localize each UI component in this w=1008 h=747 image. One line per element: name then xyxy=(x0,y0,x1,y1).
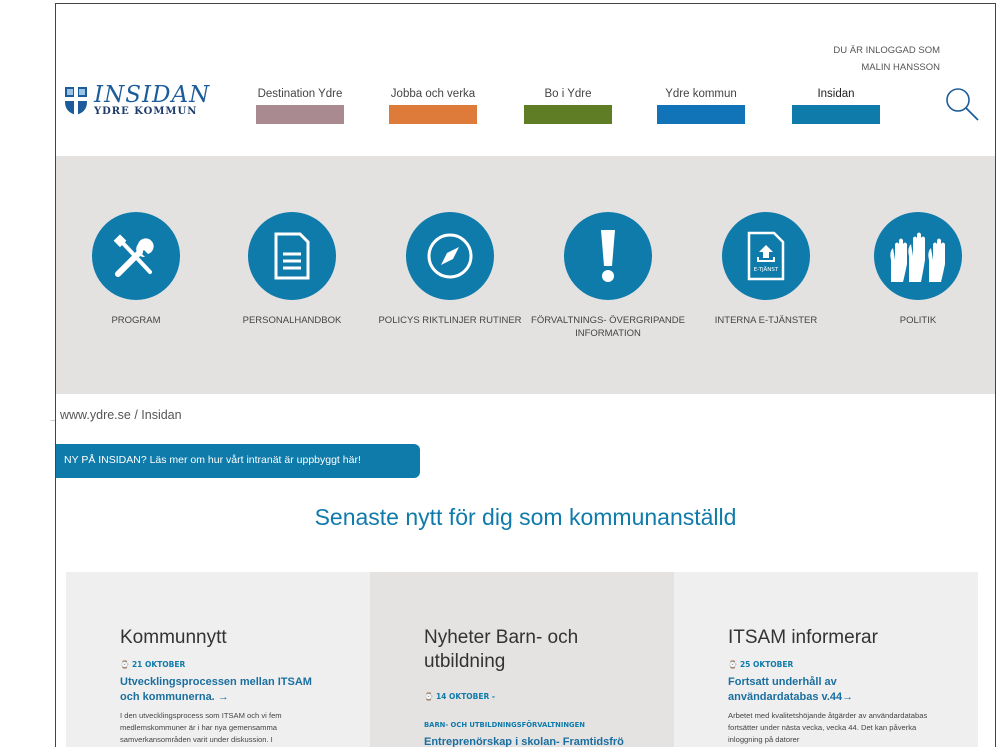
tile-personalhandbok[interactable]: PERSONALHANDBOK xyxy=(212,212,372,327)
shield-cross-icon xyxy=(65,86,87,115)
nav-bo-i-ydre[interactable]: Bo i Ydre xyxy=(524,88,612,124)
article-date: ⌚ 14 OKTOBER - xyxy=(424,692,496,701)
nav-label: Bo i Ydre xyxy=(544,88,592,100)
section-title: Senaste nytt för dig som kommunanställd xyxy=(314,504,737,530)
site-header: DU ÄR INLOGGAD SOM MALIN HANSSON INSIDAN… xyxy=(56,4,995,156)
logo-title: INSIDAN xyxy=(94,82,211,108)
nav-jobba-och-verka[interactable]: Jobba och verka xyxy=(389,88,477,124)
article-excerpt: I den utvecklingsprocess som ITSAM och v… xyxy=(120,711,282,744)
browser-page: DU ÄR INLOGGAD SOM MALIN HANSSON INSIDAN… xyxy=(55,3,996,747)
login-info: DU ÄR INLOGGAD SOM MALIN HANSSON xyxy=(833,42,940,76)
nav-color-bar xyxy=(792,105,880,124)
column-heading[interactable]: Nyheter Barn- och utbildning xyxy=(424,626,614,674)
exclamation-icon xyxy=(564,212,652,300)
quicklinks-band: PROGRAM PERSONALHANDBOK POLICYS RIKTLINJ… xyxy=(56,156,995,394)
site-logo[interactable]: INSIDAN YDRE KOMMUN xyxy=(64,84,210,117)
breadcrumb[interactable]: www.ydre.se / Insidan xyxy=(60,408,182,422)
nav-label: Insidan xyxy=(817,88,855,100)
tools-icon xyxy=(92,212,180,300)
tile-label: PROGRAM xyxy=(111,315,161,326)
article-department: BARN- OCH UTBILDNINGSFÖRVALTNINGEN xyxy=(424,721,585,729)
article-title-link[interactable]: Entreprenörskap i skolan- Framtidsfrö xyxy=(424,735,624,747)
tile-label: INTERNA E-TJÄNSTER xyxy=(714,315,818,326)
tile-label: FÖRVALTNINGS- ÖVERGRIPANDE INFORMATION xyxy=(531,315,685,339)
tile-program[interactable]: PROGRAM xyxy=(56,212,216,327)
news-columns: Kommunnytt ⌚ 21 OKTOBER Utvecklingsproce… xyxy=(66,572,978,747)
nav-ydre-kommun[interactable]: Ydre kommun xyxy=(657,88,745,124)
nav-label: Ydre kommun xyxy=(665,88,737,100)
compass-icon xyxy=(406,212,494,300)
tile-policys[interactable]: POLICYS RIKTLINJER RUTINER xyxy=(370,212,530,327)
tile-politik[interactable]: POLITIK xyxy=(838,212,995,327)
nav-label: Jobba och verka xyxy=(390,88,476,100)
e-service-badge: E-TJÄNST xyxy=(754,266,779,273)
nav-color-bar xyxy=(524,105,612,124)
nav-insidan[interactable]: Insidan xyxy=(792,88,880,124)
login-line1: DU ÄR INLOGGAD SOM xyxy=(833,45,940,56)
column-heading[interactable]: ITSAM informerar xyxy=(728,626,918,650)
tile-label: POLICYS RIKTLINJER RUTINER xyxy=(378,315,522,326)
news-column-kommunnytt: Kommunnytt ⌚ 21 OKTOBER Utvecklingsproce… xyxy=(66,572,370,747)
date-text: 14 OKTOBER - xyxy=(435,692,496,701)
search-icon[interactable] xyxy=(944,86,980,122)
date-text: 25 OKTOBER xyxy=(739,660,794,669)
tile-forvaltningsovergripande[interactable]: FÖRVALTNINGS- ÖVERGRIPANDE INFORMATION xyxy=(528,212,688,340)
article-date: ⌚ 21 OKTOBER xyxy=(120,660,186,669)
nav-color-bar xyxy=(256,105,344,124)
logo-subtitle: YDRE KOMMUN xyxy=(94,106,198,117)
article-excerpt: Arbetet med kvalitetshöjande åtgärder av… xyxy=(728,711,928,744)
news-column-barn-utbildning: Nyheter Barn- och utbildning ⌚ 14 OKTOBE… xyxy=(370,572,674,747)
article-title-link[interactable]: Fortsatt underhåll av användardatabas v.… xyxy=(728,675,928,705)
tile-e-tjanster[interactable]: E-TJÄNST INTERNA E-TJÄNSTER xyxy=(686,212,846,327)
date-text: 21 OKTOBER xyxy=(131,660,186,669)
nav-color-bar xyxy=(389,105,477,124)
nav-color-bar xyxy=(657,105,745,124)
raised-hands-icon xyxy=(874,212,962,300)
tile-label: POLITIK xyxy=(899,315,937,326)
article-title-link[interactable]: Utvecklingsprocessen mellan ITSAM och ko… xyxy=(120,675,320,705)
nav-destination-ydre[interactable]: Destination Ydre xyxy=(256,88,344,124)
new-user-banner-link[interactable]: NY PÅ INSIDAN? Läs mer om hur vårt intra… xyxy=(56,444,420,478)
login-user-name[interactable]: MALIN HANSSON xyxy=(833,59,940,76)
column-heading[interactable]: Kommunnytt xyxy=(120,626,310,650)
e-service-icon: E-TJÄNST xyxy=(722,212,810,300)
nav-label: Destination Ydre xyxy=(257,88,343,100)
article-date: ⌚ 25 OKTOBER xyxy=(728,660,794,669)
tile-label: PERSONALHANDBOK xyxy=(242,315,342,326)
news-column-itsam: ITSAM informerar ⌚ 25 OKTOBER Fortsatt u… xyxy=(674,572,978,747)
document-icon xyxy=(248,212,336,300)
